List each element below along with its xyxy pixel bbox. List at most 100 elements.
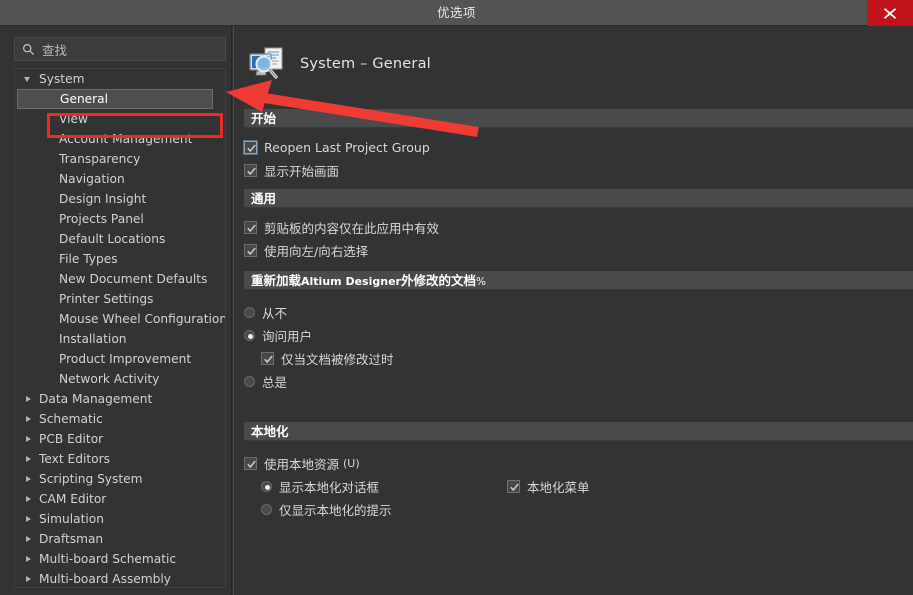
search-box[interactable]: 查找 [14,37,226,61]
radio-reload-always[interactable] [244,376,255,387]
option-label: 显示开始画面 [264,164,340,179]
radio-show-localized-dialogs[interactable] [261,481,272,492]
checkbox-show-startup-screen[interactable] [244,164,257,177]
chevron-right-icon[interactable] [26,496,31,502]
sidebar-item-account-management[interactable]: Account Management [15,129,225,149]
checkbox-only-when-modified[interactable] [261,352,274,365]
sidebar-item-label: Default Locations [59,232,166,246]
sidebar-item-cam-editor[interactable]: CAM Editor [15,489,225,509]
sidebar-item-file-types[interactable]: File Types [15,249,225,269]
chevron-right-icon[interactable] [26,536,31,542]
sidebar-item-text-editors[interactable]: Text Editors [15,449,225,469]
sidebar-item-label: Design Insight [59,192,147,206]
chevron-right-icon[interactable] [26,556,31,562]
section-reload: 重新加载Altium Designer外修改的文档% 从不 询问用户 仅当文档被… [244,271,913,393]
sidebar-item-projects-panel[interactable]: Projects Panel [15,209,225,229]
sidebar-item-schematic[interactable]: Schematic [15,409,225,429]
preferences-content: System – General 开始 Reopen Last Project … [233,26,913,595]
option-label: 显示本地化对话框 [279,480,380,495]
option-label: 仅当文档被修改过时 [281,352,394,367]
radio-reload-never[interactable] [244,307,255,318]
section-localization-header: 本地化 [244,422,913,441]
option-reload-never[interactable]: 从不 [244,301,913,324]
chevron-right-icon[interactable] [26,436,31,442]
sidebar-item-installation[interactable]: Installation [15,329,225,349]
option-show-startup-screen[interactable]: 显示开始画面 [244,159,913,182]
sidebar-item-label: Schematic [39,412,103,426]
sidebar-item-mouse-wheel-configuration[interactable]: Mouse Wheel Configuration [15,309,225,329]
close-button[interactable] [867,0,913,26]
search-input[interactable]: 查找 [42,40,67,59]
option-use-local-resources[interactable]: 使用本地资源 (U) [244,452,913,475]
checkbox-clipboard-scope[interactable] [244,221,257,234]
chevron-right-icon[interactable] [26,476,31,482]
option-label: 剪贴板的内容仅在此应用中有效 [264,221,440,236]
option-localized-menus[interactable]: 本地化菜单 [507,477,590,496]
sidebar-item-design-insight[interactable]: Design Insight [15,189,225,209]
sidebar-item-network-activity[interactable]: Network Activity [15,369,225,389]
check-icon [247,167,256,176]
sidebar-item-general[interactable]: General [17,89,213,109]
sidebar-item-label: Simulation [39,512,104,526]
option-reload-ask[interactable]: 询问用户 [244,324,913,347]
option-reopen-last-project-group[interactable]: Reopen Last Project Group [244,136,913,159]
chevron-down-icon[interactable] [24,77,30,82]
checkbox-localized-menus[interactable] [507,480,521,493]
reload-header-part1: 重新加载 [251,273,302,288]
sidebar-item-label: Projects Panel [59,212,144,226]
section-startup: 开始 Reopen Last Project Group 显示开始画面 [244,109,913,182]
option-label: 仅显示本地化的提示 [279,503,392,518]
sidebar-item-label: PCB Editor [39,432,104,446]
sidebar-item-navigation[interactable]: Navigation [15,169,225,189]
reload-header-suffix: % [475,276,486,288]
option-clipboard-scope[interactable]: 剪贴板的内容仅在此应用中有效 [244,216,913,239]
sidebar-item-pcb-editor[interactable]: PCB Editor [15,429,225,449]
sidebar-item-label: Scripting System [39,472,143,486]
chevron-right-icon[interactable] [26,576,31,582]
check-icon [510,483,519,492]
radio-show-localized-hints-only[interactable] [261,504,272,515]
option-label: 从不 [262,306,288,321]
sidebar-item-label: Printer Settings [59,292,154,306]
checkbox-lr-selection[interactable] [244,244,257,257]
sidebar-item-data-management[interactable]: Data Management [15,389,225,409]
sidebar-item-view[interactable]: View [15,109,225,129]
chevron-right-icon[interactable] [26,456,31,462]
window-body: 查找 System General View Account Management Tr… [0,26,913,595]
option-row-localized-dialogs: 显示本地化对话框 本地化菜单 [261,475,913,498]
sidebar-item-label: Multi-board Assembly [39,572,171,586]
sidebar-item-default-locations[interactable]: Default Locations [15,229,225,249]
sidebar-item-printer-settings[interactable]: Printer Settings [15,289,225,309]
sidebar-item-multi-board-assembly[interactable]: Multi-board Assembly [15,569,225,587]
option-only-when-modified[interactable]: 仅当文档被修改过时 [261,347,913,370]
page-title: System – General [300,56,431,72]
chevron-right-icon[interactable] [26,416,31,422]
preferences-tree[interactable]: System General View Account Management Trans… [14,68,226,588]
sidebar-item-multi-board-schematic[interactable]: Multi-board Schematic [15,549,225,569]
section-reload-header: 重新加载Altium Designer外修改的文档% [244,271,913,290]
sidebar-item-simulation[interactable]: Simulation [15,509,225,529]
system-general-icon [249,47,285,81]
option-reload-always[interactable]: 总是 [244,370,913,393]
sidebar-item-label: Draftsman [39,532,104,546]
chevron-right-icon[interactable] [26,516,31,522]
sidebar-item-system[interactable]: System [15,69,225,89]
radio-reload-ask[interactable] [244,330,255,341]
option-show-localized-hints-only[interactable]: 仅显示本地化的提示 [261,498,913,521]
sidebar-item-draftsman[interactable]: Draftsman [15,529,225,549]
close-icon [883,8,897,19]
reload-header-part2: 外修改的文档 [400,273,476,288]
option-label: Reopen Last Project Group [264,140,430,155]
checkbox-reopen-last-project-group[interactable] [244,141,257,154]
chevron-right-icon[interactable] [26,396,31,402]
section-general-header: 通用 [244,189,913,208]
sidebar-item-product-improvement[interactable]: Product Improvement [15,349,225,369]
checkbox-use-local-resources[interactable] [244,457,257,470]
sidebar-item-label: General [60,92,109,106]
sidebar-item-transparency[interactable]: Transparency [15,149,225,169]
sidebar-item-scripting-system[interactable]: Scripting System [15,469,225,489]
tree-scroll-area[interactable]: System General View Account Management Trans… [15,69,225,587]
option-lr-selection[interactable]: 使用向左/向右选择 [244,239,913,262]
option-mnemonic: (U) [343,457,360,470]
sidebar-item-new-document-defaults[interactable]: New Document Defaults [15,269,225,289]
